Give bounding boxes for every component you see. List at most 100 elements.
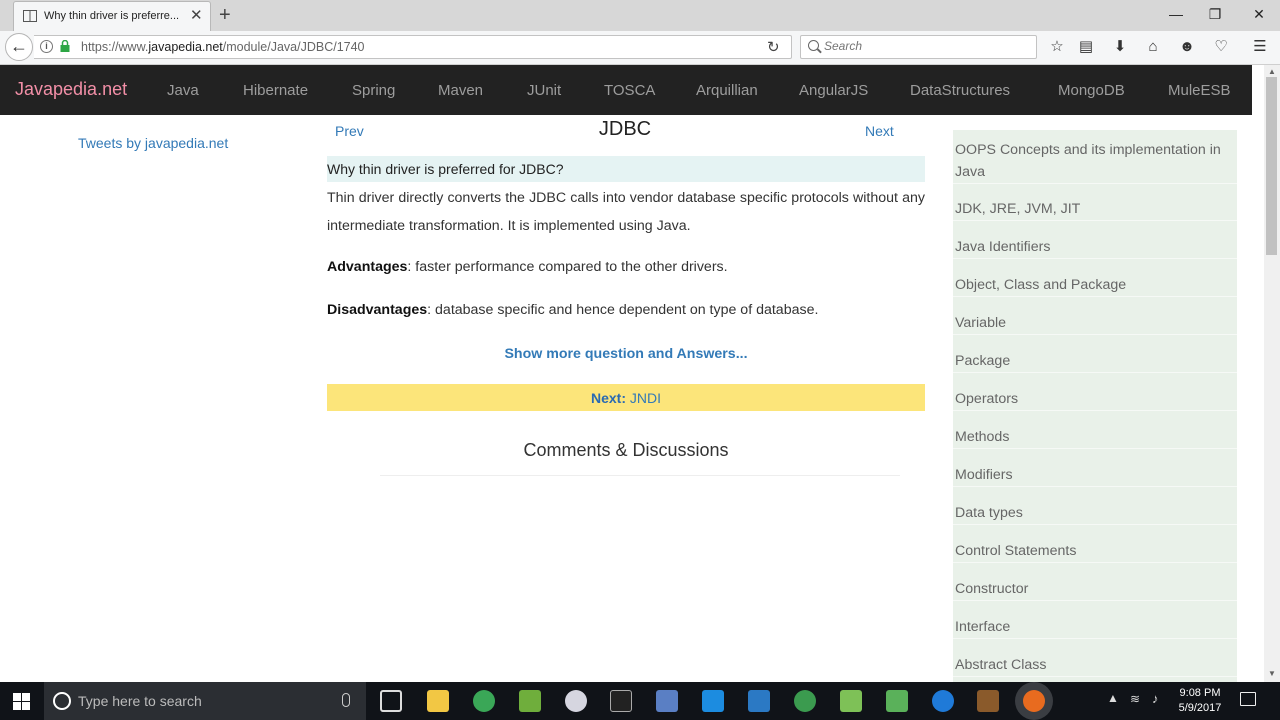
nav-link-maven[interactable]: Maven (438, 82, 483, 99)
chat-icon[interactable]: ☻ (1177, 37, 1197, 57)
microphone-icon[interactable] (342, 693, 350, 707)
firefox-icon[interactable] (1023, 690, 1045, 712)
reading-list-icon[interactable]: ▤ (1076, 37, 1096, 57)
sidebar-item-methods[interactable]: Methods (953, 426, 1237, 449)
clock-time: 9:08 PM (1179, 687, 1221, 699)
minimize-button[interactable]: — (1161, 4, 1191, 24)
clock-date: 5/9/2017 (1178, 702, 1222, 714)
question-heading: Why thin driver is preferred for JDBC? (327, 156, 925, 182)
page-title: JDBC (598, 118, 652, 140)
sidebar-item-oops[interactable]: OOPS Concepts and its implementation in … (953, 139, 1237, 184)
nav-link-spring[interactable]: Spring (352, 82, 395, 99)
info-icon[interactable]: i (40, 40, 53, 53)
address-bar[interactable]: i https://www.javapedia.net/module/Java/… (34, 35, 792, 59)
windows-start-icon[interactable] (13, 693, 30, 710)
tab-title: Why thin driver is preferre... (44, 10, 180, 22)
nav-link-arquillian[interactable]: Arquillian (696, 82, 758, 99)
disadvantages-text: Disadvantages: database specific and hen… (327, 302, 819, 318)
volume-icon[interactable]: ♪ (1152, 691, 1159, 706)
maximize-button[interactable]: ❐ (1200, 4, 1230, 24)
sidebar-item-package[interactable]: Package (953, 350, 1237, 373)
sidebar-item-modifiers[interactable]: Modifiers (953, 464, 1237, 487)
nav-link-hibernate[interactable]: Hibernate (243, 82, 308, 99)
browser-tab[interactable]: Why thin driver is preferre... ✕ (13, 1, 211, 31)
taskbar-search-input[interactable]: Type here to search (78, 693, 202, 709)
next-link[interactable]: Next (865, 123, 894, 139)
notepad-icon[interactable] (840, 690, 862, 712)
lock-icon (60, 40, 70, 52)
clock[interactable]: 9:08 PM 5/9/2017 (1172, 686, 1228, 716)
sidebar-item-identifiers[interactable]: Java Identifiers (953, 236, 1237, 259)
sidebar-item-interface[interactable]: Interface (953, 616, 1237, 639)
nav-link-muleesb[interactable]: MuleESB (1168, 82, 1231, 99)
site-navbar: Javapedia.net Java Hibernate Spring Mave… (0, 65, 1252, 115)
nav-link-java[interactable]: Java (167, 82, 199, 99)
scroll-down-icon[interactable]: ▼ (1268, 669, 1276, 678)
cortana-icon (53, 692, 71, 710)
prev-link[interactable]: Prev (335, 123, 364, 139)
url-text[interactable]: https://www.javapedia.net/module/Java/JD… (81, 40, 365, 54)
nav-link-datastructures[interactable]: DataStructures (910, 82, 1010, 99)
answer-text: Thin driver directly converts the JDBC c… (327, 190, 925, 234)
app-icon-green[interactable] (519, 690, 541, 712)
next-topic-link[interactable]: JNDI (630, 390, 661, 406)
mail-icon[interactable] (702, 690, 724, 712)
nav-link-junit[interactable]: JUnit (527, 82, 561, 99)
nav-link-angularjs[interactable]: AngularJS (799, 82, 868, 99)
scroll-up-icon[interactable]: ▲ (1268, 67, 1276, 76)
sidebar-item-jdk[interactable]: JDK, JRE, JVM, JIT (953, 198, 1237, 221)
eclipse-icon[interactable] (565, 690, 587, 712)
nav-link-mongodb[interactable]: MongoDB (1058, 82, 1125, 99)
window-close-button[interactable]: ✕ (1244, 4, 1274, 24)
sidebar-item-variable[interactable]: Variable (953, 312, 1237, 335)
tweets-link[interactable]: Tweets by javapedia.net (78, 135, 228, 151)
advantages-text: Advantages: faster performance compared … (327, 259, 728, 275)
visual-studio-code-icon[interactable] (748, 690, 770, 712)
topic-sidebar: OOPS Concepts and its implementation in … (953, 130, 1237, 682)
notification-center-icon[interactable] (1240, 692, 1256, 706)
sidebar-item-constructor[interactable]: Constructor (953, 578, 1237, 601)
chrome-icon[interactable] (473, 690, 495, 712)
taskbar-search-box[interactable]: Type here to search (44, 682, 366, 720)
back-icon[interactable]: ← (5, 33, 33, 61)
menu-icon[interactable]: ☰ (1250, 37, 1270, 57)
download-icon[interactable]: ⬇ (1110, 37, 1130, 57)
browser-toolbar: ← i https://www.javapedia.net/module/Jav… (0, 31, 1280, 65)
show-more-link[interactable]: Show more question and Answers... (327, 346, 925, 362)
app-icon-leaf[interactable] (794, 690, 816, 712)
comments-divider (380, 475, 900, 476)
windows-taskbar: Type here to search ▲ ≋ ♪ 9:08 PM 5/9/20… (0, 682, 1280, 720)
command-prompt-icon[interactable] (610, 690, 632, 712)
pocket-icon[interactable]: ♡ (1211, 37, 1231, 57)
task-view-icon[interactable] (380, 690, 402, 712)
home-icon[interactable]: ⌂ (1143, 37, 1163, 57)
wifi-icon[interactable]: ≋ (1130, 692, 1140, 706)
photos-icon[interactable] (886, 690, 908, 712)
next-topic-bar[interactable]: Next: JNDI (327, 384, 925, 411)
browser-tab-bar: Why thin driver is preferre... ✕ + — ❐ ✕ (0, 0, 1280, 31)
tab-close-icon[interactable]: ✕ (190, 8, 203, 24)
nav-link-tosca[interactable]: TOSCA (604, 82, 655, 99)
new-tab-icon[interactable]: + (219, 4, 231, 26)
file-explorer-icon[interactable] (427, 690, 449, 712)
edge-icon[interactable] (932, 690, 954, 712)
disadvantages-label: Disadvantages (327, 302, 428, 318)
sidebar-item-operators[interactable]: Operators (953, 388, 1237, 411)
reload-icon[interactable]: ↻ (767, 38, 780, 56)
sidebar-item-control-statements[interactable]: Control Statements (953, 540, 1237, 563)
search-icon (808, 40, 819, 51)
search-bar[interactable] (800, 35, 1037, 59)
comments-heading: Comments & Discussions (523, 440, 729, 460)
page-scrollbar[interactable]: ▲ ▼ (1264, 65, 1280, 682)
scroll-thumb[interactable] (1266, 77, 1277, 255)
bookmark-star-icon[interactable]: ☆ (1047, 37, 1067, 57)
advantages-label: Advantages (327, 259, 408, 275)
sidebar-item-object-class[interactable]: Object, Class and Package (953, 274, 1237, 297)
brand-logo[interactable]: Javapedia.net (15, 79, 127, 100)
search-input[interactable] (824, 39, 1024, 53)
app-icon-brown[interactable] (977, 690, 999, 712)
network-app-icon[interactable] (656, 690, 678, 712)
sidebar-item-abstract-class[interactable]: Abstract Class (953, 654, 1237, 677)
tray-chevron-up-icon[interactable]: ▲ (1107, 691, 1119, 705)
sidebar-item-data-types[interactable]: Data types (953, 502, 1237, 525)
